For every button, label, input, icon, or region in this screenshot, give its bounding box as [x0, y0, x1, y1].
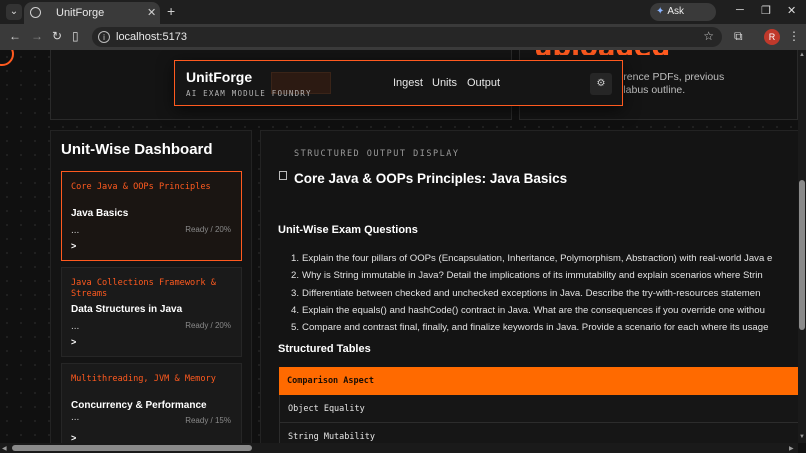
- browser-tab-bar: ⌄ UnitForge ✕ + ✦Ask Gemini ─ ❐ ✕: [0, 0, 806, 35]
- questions-heading: Unit-Wise Exam Questions: [278, 224, 418, 236]
- unit-ellipsis: ...: [71, 225, 80, 236]
- unit-ellipsis: ...: [71, 412, 80, 423]
- ask-gemini-button[interactable]: ✦Ask Gemini: [650, 3, 716, 35]
- sidebar-title: Unit-Wise Dashboard: [61, 141, 213, 158]
- address-bar[interactable]: i localhost:5173 ☆: [92, 27, 722, 47]
- unit-status: Ready / 20%: [185, 225, 231, 234]
- settings-gear-icon[interactable]: ⚙: [590, 73, 612, 95]
- section-eyebrow: STRUCTURED OUTPUT DISPLAY: [294, 149, 460, 159]
- app-navbar: UnitForge AI EXAM MODULE FOUNDRY Ingest …: [174, 60, 623, 106]
- scroll-right-icon[interactable]: ▶: [789, 445, 794, 452]
- question-text: Explain the four pillars of OOPs (Encaps…: [302, 253, 773, 264]
- sources-heading: uploaded: [534, 50, 670, 55]
- document-icon: [279, 171, 287, 180]
- chevron-right-icon[interactable]: >: [71, 337, 76, 347]
- scroll-left-icon[interactable]: ◀: [2, 445, 7, 452]
- browser-menu-icon[interactable]: ⋮: [788, 29, 800, 43]
- horizontal-scrollbar[interactable]: ◀ ▶: [0, 443, 798, 453]
- unit-category: Multithreading, JVM & Memory: [71, 374, 216, 384]
- window-close-icon[interactable]: ✕: [787, 4, 796, 17]
- question-text: Explain the equals() and hashCode() cont…: [302, 304, 765, 316]
- question-text: Differentiate between checked and unchec…: [302, 287, 761, 299]
- chevron-right-icon[interactable]: >: [71, 433, 76, 443]
- vertical-scrollbar[interactable]: ▲ ▼: [798, 50, 806, 443]
- unit-category: Core Java & OOPs Principles: [71, 182, 211, 192]
- sidebar-toggle-icon[interactable]: ▯: [72, 29, 79, 43]
- brand-tagline: AI EXAM MODULE FOUNDRY: [186, 89, 312, 98]
- minimize-icon[interactable]: ─: [736, 4, 744, 16]
- profile-avatar[interactable]: R: [764, 29, 780, 45]
- unit-ellipsis: ...: [71, 321, 80, 332]
- brand-logo[interactable]: UnitForge: [186, 69, 252, 85]
- forward-icon[interactable]: →: [31, 29, 43, 43]
- tab-close-icon[interactable]: ✕: [147, 6, 156, 19]
- list-item: 2. Why is String immutable in Java? Detai…: [291, 270, 763, 282]
- decorative-ring: [0, 50, 14, 66]
- reload-icon[interactable]: ↻: [52, 29, 62, 43]
- unit-status: Ready / 20%: [185, 321, 231, 330]
- unit-status: Ready / 15%: [185, 416, 231, 425]
- browser-toolbar: ← → ↻ ▯ i localhost:5173 ☆ ⧉ R ⋮: [0, 24, 806, 50]
- output-title: Core Java & OOPs Principles: Java Basics: [294, 171, 568, 186]
- gemini-icon: ✦: [656, 6, 665, 17]
- nav-link-ingest[interactable]: Ingest: [393, 77, 423, 89]
- unit-dashboard-sidebar: Unit-Wise Dashboard Core Java & OOPs Pri…: [50, 130, 252, 443]
- structured-output-panel: STRUCTURED OUTPUT DISPLAY Core Java & OO…: [260, 130, 798, 443]
- unit-title: Java Basics: [71, 208, 129, 219]
- nav-link-output[interactable]: Output: [467, 77, 500, 89]
- tab-search-icon[interactable]: ⌄: [6, 4, 22, 20]
- url-text: localhost:5173: [116, 31, 187, 43]
- list-item: 3. Differentiate between checked and unch…: [291, 287, 761, 299]
- table-row: String Mutability: [279, 423, 798, 443]
- question-text: Why is String immutable in Java? Detail …: [302, 270, 763, 282]
- table-row: Object Equality: [279, 395, 798, 423]
- unit-card-data-structures[interactable]: Java Collections Framework & Streams Dat…: [61, 267, 242, 357]
- bookmark-star-icon[interactable]: ☆: [703, 29, 714, 43]
- new-tab-icon[interactable]: +: [167, 3, 175, 19]
- scroll-up-icon[interactable]: ▲: [799, 52, 805, 58]
- comparison-table: Comparison Aspect Object Equality String…: [279, 367, 798, 443]
- unit-category: Java Collections Framework & Streams: [71, 278, 216, 299]
- tables-heading: Structured Tables: [278, 343, 371, 355]
- question-text: Compare and contrast final, finally, and…: [302, 322, 769, 334]
- list-item: 1. Explain the four pillars of OOPs (Enca…: [291, 253, 773, 264]
- question-list: 1. Explain the four pillars of OOPs (Enca…: [291, 250, 797, 336]
- nav-link-units[interactable]: Units: [432, 77, 457, 89]
- unit-title: Data Structures in Java: [71, 304, 183, 315]
- table-header: Comparison Aspect: [279, 367, 798, 395]
- unit-card-java-basics[interactable]: Core Java & OOPs Principles Java Basics …: [61, 171, 242, 261]
- page-viewport: uploaded Lecture decks, reference PDFs, …: [0, 50, 798, 443]
- restore-icon[interactable]: ❐: [761, 4, 771, 17]
- vertical-scroll-thumb[interactable]: [799, 180, 805, 330]
- extensions-icon[interactable]: ⧉: [734, 29, 743, 44]
- browser-tab[interactable]: UnitForge ✕: [24, 2, 160, 24]
- unit-title: Concurrency & Performance: [71, 400, 207, 411]
- tab-title: UnitForge: [56, 7, 105, 19]
- globe-icon: [30, 7, 41, 18]
- scroll-down-icon[interactable]: ▼: [799, 434, 805, 440]
- site-info-icon[interactable]: i: [98, 31, 110, 43]
- unit-card-concurrency[interactable]: Multithreading, JVM & Memory Concurrency…: [61, 363, 242, 443]
- back-icon[interactable]: ←: [9, 29, 21, 43]
- chevron-right-icon[interactable]: >: [71, 241, 76, 251]
- list-item: 4. Explain the equals() and hashCode() co…: [291, 304, 765, 316]
- list-item: 5. Compare and contrast final, finally, a…: [291, 322, 769, 334]
- horizontal-scroll-thumb[interactable]: [12, 445, 252, 451]
